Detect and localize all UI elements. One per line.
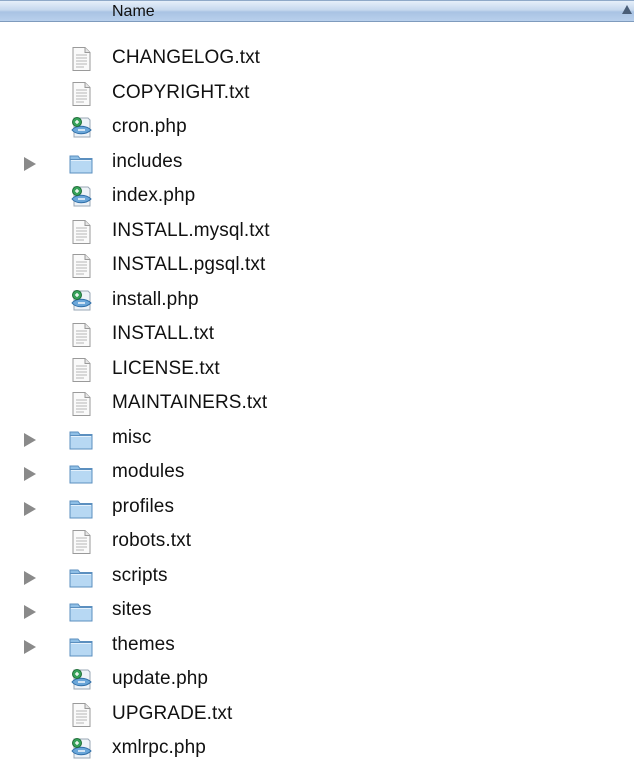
file-row[interactable]: INSTALL.pgsql.txt xyxy=(0,251,634,286)
php-script-icon xyxy=(68,736,94,762)
file-name-label: MAINTAINERS.txt xyxy=(112,392,268,413)
file-row[interactable]: install.php xyxy=(0,286,634,321)
disclosure-triangle-icon[interactable] xyxy=(24,432,36,447)
file-name-label: COPYRIGHT.txt xyxy=(112,81,250,103)
file-row[interactable]: robots.txt xyxy=(0,527,634,562)
file-name-label: scripts xyxy=(112,564,168,586)
folder-row[interactable]: sites xyxy=(0,596,634,631)
folder-row[interactable]: misc xyxy=(0,424,634,459)
text-document-icon xyxy=(68,391,94,417)
disclosure-triangle-icon[interactable] xyxy=(24,570,36,585)
file-row[interactable]: MAINTAINERS.txt xyxy=(0,389,634,424)
folder-icon xyxy=(68,495,94,521)
disclosure-triangle-icon[interactable] xyxy=(24,467,36,481)
folder-row[interactable]: modules xyxy=(0,458,634,493)
folder-icon xyxy=(68,460,94,486)
sort-ascending-icon xyxy=(622,5,632,14)
folder-row[interactable]: themes xyxy=(0,631,634,666)
file-name-label: robots.txt xyxy=(112,530,192,551)
file-name-label: INSTALL.txt xyxy=(112,323,215,344)
php-script-icon xyxy=(68,288,94,314)
text-document-icon xyxy=(68,81,94,107)
file-row[interactable]: index.php xyxy=(0,182,634,217)
finder-file-list: Name CHANGELOG.txt COPYRIGHT.txt cron.ph… xyxy=(0,0,634,776)
file-name-label: cron.php xyxy=(112,116,187,137)
file-row[interactable]: COPYRIGHT.txt xyxy=(0,79,634,114)
file-name-label: INSTALL.mysql.txt xyxy=(112,219,270,241)
file-name-label: themes xyxy=(112,633,175,655)
file-row[interactable]: LICENSE.txt xyxy=(0,355,634,390)
text-document-icon xyxy=(68,322,94,348)
file-row[interactable]: INSTALL.txt xyxy=(0,320,634,355)
folder-icon xyxy=(68,150,94,176)
text-document-icon xyxy=(68,253,94,279)
file-name-label: install.php xyxy=(112,288,199,310)
file-name-label: UPGRADE.txt xyxy=(112,702,233,724)
file-name-label: misc xyxy=(112,426,152,448)
file-name-label: profiles xyxy=(112,495,175,517)
php-script-icon xyxy=(68,667,94,693)
folder-row[interactable]: includes xyxy=(0,148,634,183)
name-column-header[interactable]: Name xyxy=(0,0,634,22)
file-name-label: modules xyxy=(112,461,185,482)
file-row[interactable]: update.php xyxy=(0,665,634,700)
text-document-icon xyxy=(68,529,94,555)
folder-icon xyxy=(68,564,94,590)
file-name-label: update.php xyxy=(112,668,209,689)
disclosure-triangle-icon[interactable] xyxy=(24,639,36,654)
folder-row[interactable]: scripts xyxy=(0,562,634,597)
folder-row[interactable]: profiles xyxy=(0,493,634,528)
file-row[interactable]: cron.php xyxy=(0,113,634,148)
file-name-label: INSTALL.pgsql.txt xyxy=(112,254,266,275)
disclosure-triangle-icon[interactable] xyxy=(24,605,36,619)
file-row[interactable]: INSTALL.mysql.txt xyxy=(0,217,634,252)
file-name-label: includes xyxy=(112,150,183,172)
php-script-icon xyxy=(68,184,94,210)
disclosure-triangle-icon[interactable] xyxy=(24,156,36,171)
file-row[interactable]: CHANGELOG.txt xyxy=(0,44,634,79)
text-document-icon xyxy=(68,702,94,728)
folder-icon xyxy=(68,633,94,659)
text-document-icon xyxy=(68,219,94,245)
name-column-title: Name xyxy=(112,3,155,20)
text-document-icon xyxy=(68,46,94,72)
text-document-icon xyxy=(68,357,94,383)
file-name-label: xmlrpc.php xyxy=(112,737,206,758)
file-name-label: LICENSE.txt xyxy=(112,357,220,379)
file-name-label: index.php xyxy=(112,185,196,206)
file-rows: CHANGELOG.txt COPYRIGHT.txt cron.php inc… xyxy=(0,44,634,769)
file-row[interactable]: UPGRADE.txt xyxy=(0,700,634,735)
file-name-label: sites xyxy=(112,599,152,620)
disclosure-triangle-icon[interactable] xyxy=(24,501,36,516)
php-script-icon xyxy=(68,115,94,141)
folder-icon xyxy=(68,598,94,624)
folder-icon xyxy=(68,426,94,452)
file-name-label: CHANGELOG.txt xyxy=(112,47,261,68)
file-row[interactable]: xmlrpc.php xyxy=(0,734,634,769)
